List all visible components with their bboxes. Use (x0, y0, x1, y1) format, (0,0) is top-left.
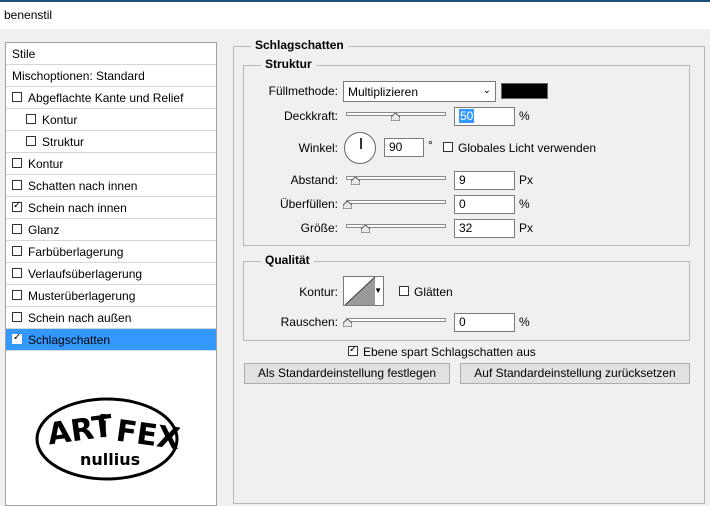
angle-label: Winkel: (298, 141, 338, 155)
style-item-pattern-overlay[interactable]: Musterüberlagerung (6, 285, 216, 307)
opacity-unit: % (519, 109, 530, 123)
fill-method-label: Füllmethode: (268, 84, 338, 98)
distance-slider-track[interactable] (346, 176, 446, 180)
drop-shadow-checkbox[interactable] (12, 332, 22, 344)
style-item-label: Schein nach außen (28, 311, 132, 325)
style-item-label: Verlaufsüberlagerung (28, 267, 143, 281)
spread-unit: % (519, 197, 530, 211)
window-title: benenstil (4, 8, 53, 22)
styles-header[interactable]: Stile (6, 43, 216, 65)
layer-knockout-label: Ebene spart Schlagschatten aus (363, 345, 536, 359)
style-item-gradient-overlay[interactable]: Verlaufsüberlagerung (6, 263, 216, 285)
global-light-label: Globales Licht verwenden (458, 141, 597, 155)
bevel-contour-checkbox[interactable] (26, 114, 36, 124)
blending-options-label: Mischoptionen: Standard (12, 69, 145, 83)
style-item-bevel-contour[interactable]: Kontur (6, 109, 216, 131)
style-item-stroke[interactable]: Kontur (6, 153, 216, 175)
satin-checkbox[interactable] (12, 224, 22, 234)
title-bar: benenstil (0, 2, 710, 29)
noise-input[interactable]: 0 (454, 313, 515, 332)
spread-input[interactable]: 0 (454, 195, 515, 214)
fill-method-select[interactable]: Multiplizieren ⌄ (343, 81, 496, 102)
texture-checkbox[interactable] (26, 136, 36, 146)
distance-slider-thumb[interactable] (351, 177, 360, 185)
angle-dial-needle (360, 138, 362, 149)
size-unit: Px (519, 221, 534, 235)
layer-knockout-checkbox[interactable] (348, 344, 358, 356)
size-slider-thumb[interactable] (361, 225, 370, 233)
style-item-drop-shadow[interactable]: Schlagschatten (6, 329, 216, 351)
style-item-texture[interactable]: Struktur (6, 131, 216, 153)
outer-glow-checkbox[interactable] (12, 312, 22, 322)
svg-text:nullius: nullius (80, 450, 140, 469)
style-item-satin[interactable]: Glanz (6, 219, 216, 241)
style-item-label: Schatten nach innen (28, 179, 138, 193)
style-item-bevel-emboss[interactable]: Abgeflachte Kante und Relief (6, 87, 216, 109)
style-item-color-overlay[interactable]: Farbüberlagerung (6, 241, 216, 263)
angle-unit: ° (428, 138, 433, 152)
structure-title: Struktur (261, 57, 316, 71)
contour-picker[interactable]: ▼ (343, 276, 384, 306)
spread-slider-thumb[interactable] (343, 201, 352, 209)
size-label: Größe: (300, 221, 338, 235)
contour-preview-icon (345, 277, 375, 305)
spread-slider-track[interactable] (346, 200, 446, 204)
angle-input[interactable]: 90 (384, 138, 424, 157)
styles-header-label: Stile (12, 47, 36, 61)
drop-shadow-title: Schlagschatten (251, 38, 348, 52)
styles-list-panel: Stile Mischoptionen: Standard Abgeflacht… (5, 42, 217, 506)
chevron-down-icon: ⌄ (482, 85, 491, 96)
shadow-color-swatch[interactable] (501, 83, 548, 99)
style-item-label: Glanz (28, 223, 60, 237)
style-item-label: Musterüberlagerung (28, 289, 136, 303)
style-item-inner-shadow[interactable]: Schatten nach innen (6, 175, 216, 197)
spread-label: Überfüllen: (279, 197, 338, 211)
reset-default-button[interactable]: Auf Standardeinstellung zurücksetzen (460, 363, 690, 384)
anti-aliased-checkbox[interactable] (399, 286, 409, 296)
contour-label: Kontur: (299, 285, 338, 299)
fill-method-value: Multiplizieren (348, 85, 419, 99)
color-overlay-checkbox[interactable] (12, 246, 22, 256)
size-input[interactable]: 32 (454, 219, 515, 238)
distance-label: Abstand: (290, 173, 338, 187)
style-item-label: Kontur (28, 157, 64, 171)
stroke-checkbox[interactable] (12, 158, 22, 168)
blending-options-item[interactable]: Mischoptionen: Standard (6, 65, 216, 87)
style-item-label: Struktur (42, 135, 85, 149)
noise-slider-track[interactable] (346, 318, 446, 322)
bevel-emboss-checkbox[interactable] (12, 92, 22, 102)
make-default-button[interactable]: Als Standardeinstellung festlegen (244, 363, 450, 384)
style-item-label: Abgeflachte Kante und Relief (28, 91, 184, 105)
noise-unit: % (519, 315, 530, 329)
style-item-outer-glow[interactable]: Schein nach außen (6, 307, 216, 329)
style-item-label: Kontur (42, 113, 78, 127)
style-item-label: Schein nach innen (28, 201, 127, 215)
pattern-overlay-checkbox[interactable] (12, 290, 22, 300)
angle-dial[interactable] (344, 132, 376, 164)
svg-text:i: i (98, 410, 108, 445)
global-light-checkbox[interactable] (443, 142, 453, 152)
contour-dropdown-arrow-icon: ▼ (374, 286, 382, 295)
gradient-overlay-checkbox[interactable] (12, 268, 22, 278)
quality-title: Qualität (261, 253, 314, 267)
distance-unit: Px (519, 173, 534, 187)
opacity-label: Deckkraft: (283, 109, 338, 123)
noise-label: Rauschen: (280, 315, 338, 329)
anti-aliased-label: Glätten (414, 285, 453, 299)
distance-input[interactable]: 9 (454, 171, 515, 190)
style-item-label: Farbüberlagerung (28, 245, 124, 259)
noise-slider-thumb[interactable] (343, 319, 352, 327)
style-item-label: Schlagschatten (28, 333, 111, 347)
style-item-inner-glow[interactable]: Schein nach innen (6, 197, 216, 219)
inner-glow-checkbox[interactable] (12, 200, 22, 212)
inner-shadow-checkbox[interactable] (12, 180, 22, 190)
opacity-slider-thumb[interactable] (391, 113, 400, 121)
artifex-logo: ART i FEX nullius (35, 397, 180, 481)
opacity-input[interactable]: 50 (454, 107, 515, 126)
